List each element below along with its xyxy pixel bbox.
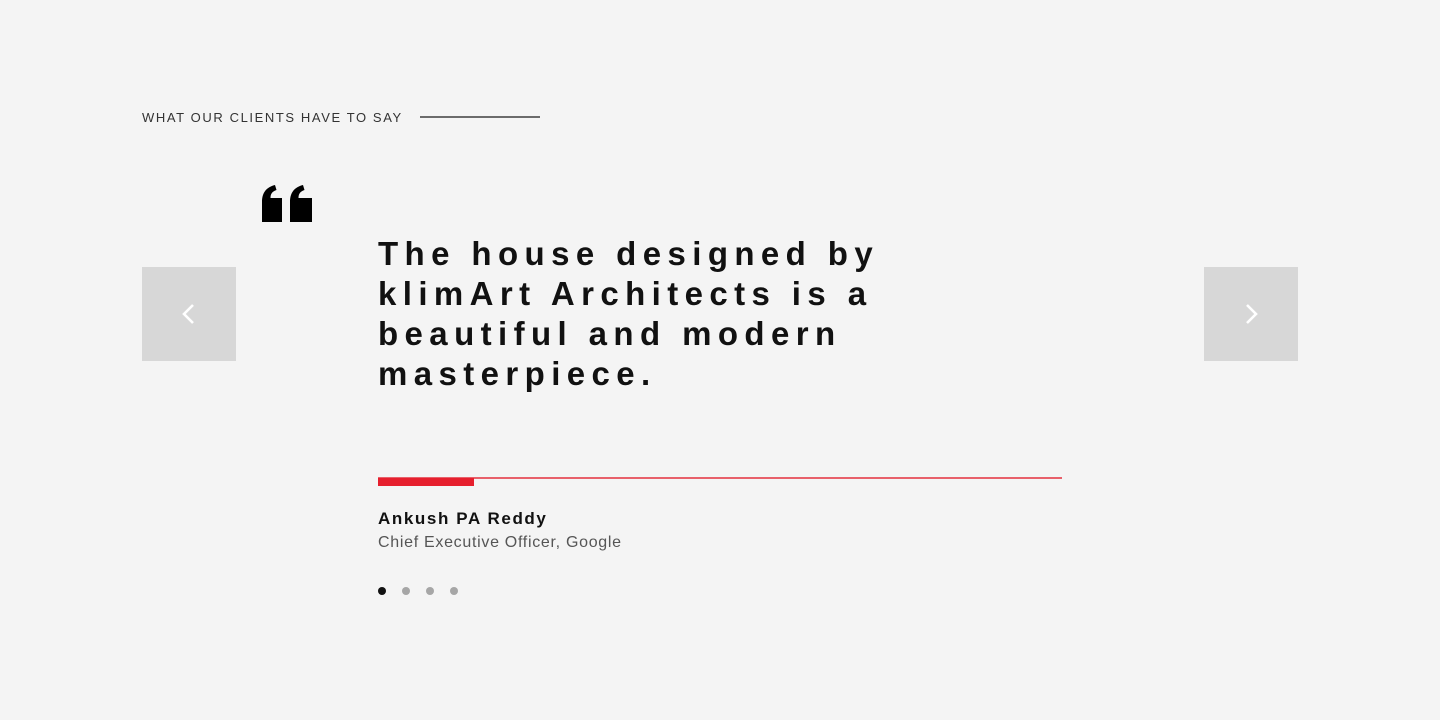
- progress-track: [378, 477, 1062, 479]
- next-slide-button[interactable]: [1204, 267, 1298, 361]
- progress-indicator: [378, 478, 474, 486]
- chevron-right-icon: [1246, 304, 1258, 324]
- previous-slide-button[interactable]: [142, 267, 236, 361]
- author-name: Ankush PA Reddy: [378, 509, 548, 528]
- quote-open-icon: [262, 185, 312, 222]
- pagination-dot[interactable]: [426, 587, 434, 595]
- author-title: Chief Executive Officer, Google: [378, 534, 622, 551]
- pagination-dot[interactable]: [378, 587, 386, 595]
- testimonial-quote: The house designed by klimArt Architects…: [378, 235, 880, 392]
- pagination-dot[interactable]: [402, 587, 410, 595]
- section-eyebrow: WHAT OUR CLIENTS HAVE TO SAY: [142, 110, 403, 125]
- eyebrow-divider: [420, 116, 540, 118]
- slide-pagination: [378, 587, 458, 595]
- testimonials-section: WHAT OUR CLIENTS HAVE TO SAY The house d…: [0, 0, 1440, 720]
- chevron-left-icon: [182, 304, 194, 324]
- pagination-dot[interactable]: [450, 587, 458, 595]
